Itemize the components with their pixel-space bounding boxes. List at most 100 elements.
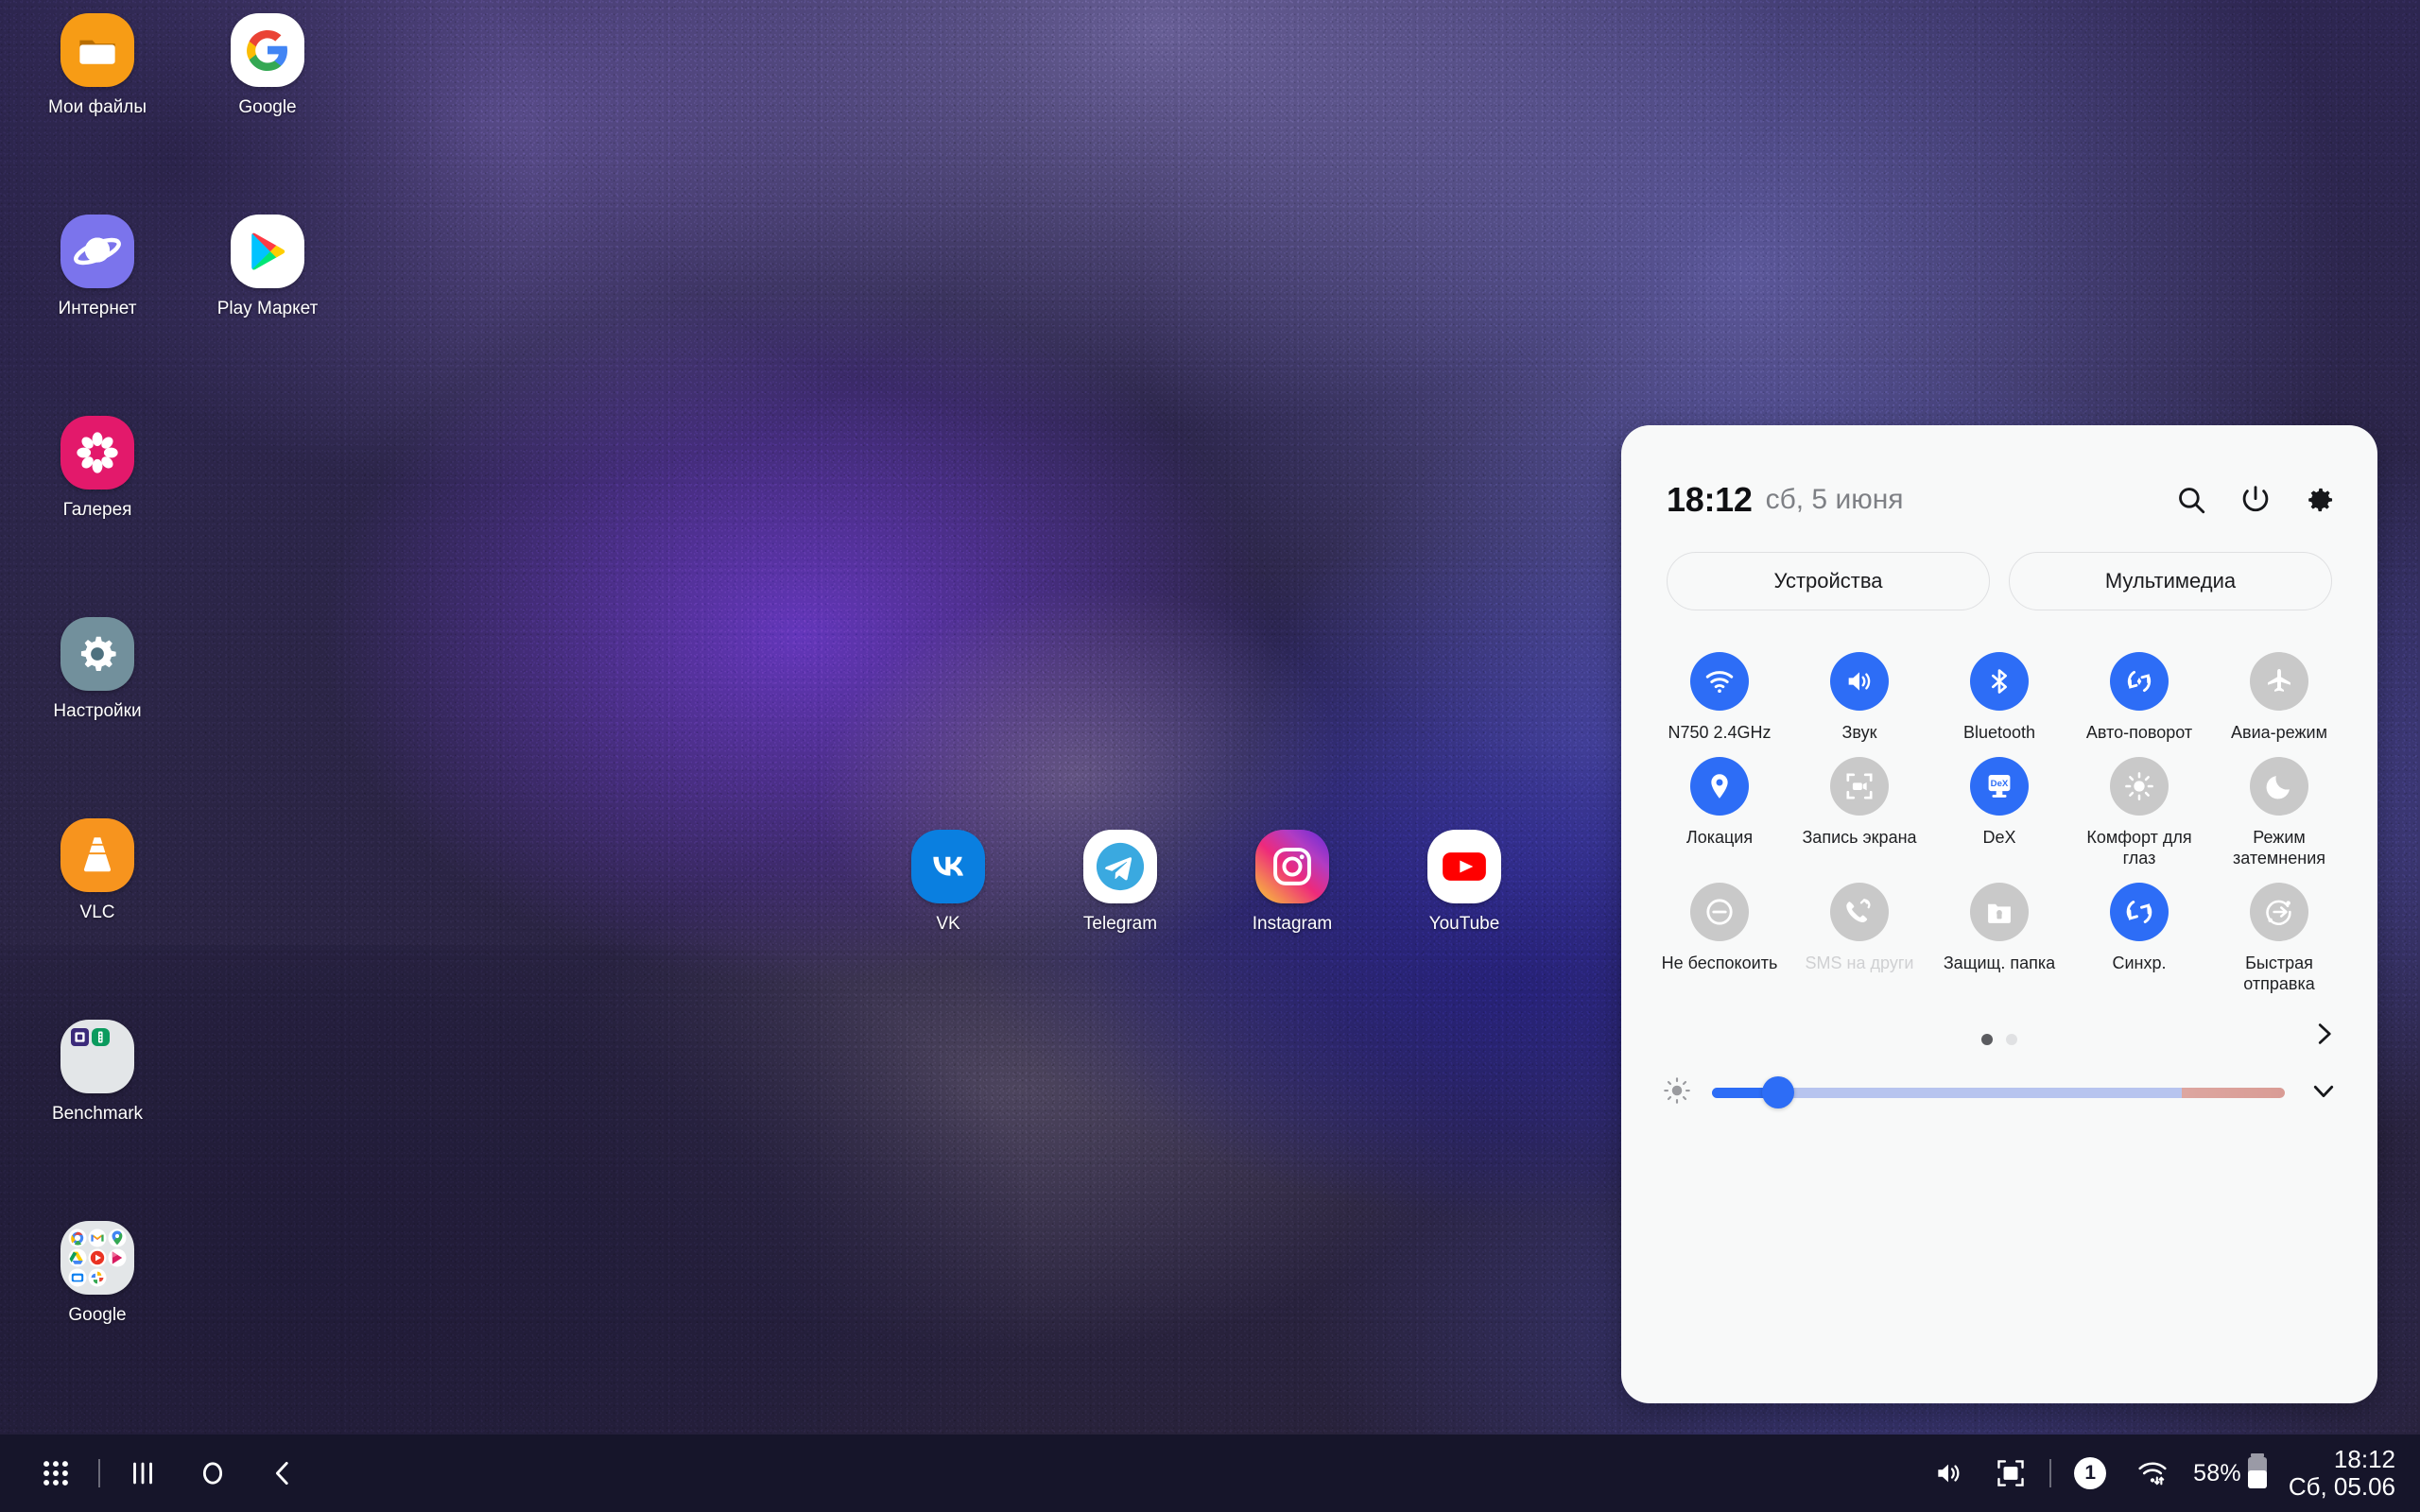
instagram-icon[interactable] <box>1255 830 1329 903</box>
quick-toggle-location-pin[interactable]: Локация <box>1650 744 1789 869</box>
quick-toggle-label: Не беспокоить <box>1661 953 1778 972</box>
media-button[interactable]: Мультимедиа <box>2009 552 2332 610</box>
wifi-transfer-icon[interactable] <box>2121 1442 2184 1504</box>
svg-text:DeX: DeX <box>1991 779 2009 789</box>
recents-icon[interactable] <box>108 1438 178 1508</box>
search-icon[interactable] <box>2175 484 2207 516</box>
secure-folder-icon[interactable] <box>1970 882 2029 941</box>
app-label: VLC <box>79 902 115 922</box>
taskbar-time: 18:12 <box>2333 1444 2395 1473</box>
app-label: Интернет <box>58 299 137 318</box>
location-pin-icon[interactable] <box>1690 756 1749 816</box>
volume-icon[interactable] <box>1917 1442 1979 1504</box>
call-sms-other-icon[interactable] <box>1830 882 1889 941</box>
app-label: Google <box>68 1305 127 1325</box>
quick-share-icon[interactable] <box>2250 882 2308 941</box>
app-icon-settings[interactable]: Настройки <box>17 617 178 722</box>
eye-comfort-icon[interactable] <box>2110 756 2169 816</box>
back-icon[interactable] <box>248 1438 318 1508</box>
quick-toggle-secure-folder[interactable]: Защищ. папка <box>1929 869 2069 995</box>
internet-icon[interactable] <box>60 215 134 288</box>
quick-toggle-label: Защищ. папка <box>1943 953 2056 972</box>
dock-icon-youtube[interactable]: YouTube <box>1384 830 1545 935</box>
taskbar-nav-group <box>0 1438 318 1508</box>
telegram-icon[interactable] <box>1083 830 1157 903</box>
quick-panel-pill-row: Устройства Мультимедиа <box>1621 520 2377 610</box>
google-g-icon[interactable] <box>231 13 304 87</box>
dex-icon[interactable]: DeX <box>1970 756 2029 816</box>
quick-toggle-wifi[interactable]: N750 2.4GHz <box>1650 639 1789 744</box>
gallery-icon[interactable] <box>60 416 134 490</box>
taskbar-clock[interactable]: 18:12 Сб, 05.06 <box>2289 1444 2395 1501</box>
dock-icon-telegram[interactable]: Telegram <box>1040 830 1201 935</box>
app-label: Play Маркет <box>216 299 319 318</box>
quick-toggle-label: Комфорт для глаз <box>2086 827 2192 868</box>
folder-icon[interactable] <box>60 13 134 87</box>
quick-toggle-airplane[interactable]: Авиа-режим <box>2209 639 2349 744</box>
app-icon-folder[interactable]: Мои файлы <box>17 13 178 118</box>
dark-mode-moon-icon[interactable] <box>2250 756 2308 816</box>
home-icon[interactable] <box>178 1438 248 1508</box>
quick-toggle-quick-share[interactable]: Быстрая отправка <box>2209 869 2349 995</box>
gear-icon[interactable] <box>2304 484 2336 516</box>
quick-toggle-call-sms-other[interactable]: SMS на други <box>1789 869 1929 995</box>
app-icon-vlc-cone[interactable]: VLC <box>17 818 178 923</box>
app-label: Telegram <box>1082 914 1158 934</box>
app-icon-play-store[interactable]: Play Маркет <box>187 215 348 319</box>
notification-badge[interactable]: 1 <box>2059 1442 2121 1504</box>
brightness-slider-row <box>1621 1056 2377 1109</box>
quick-toggle-dark-mode-moon[interactable]: Режим затемнения <box>2209 744 2349 869</box>
vlc-cone-icon[interactable] <box>60 818 134 892</box>
brightness-slider[interactable] <box>1712 1076 2285 1109</box>
page-dot[interactable] <box>1981 1033 1993 1045</box>
app-label: Мои файлы <box>47 97 147 117</box>
quick-toggle-eye-comfort[interactable]: Комфорт для глаз <box>2069 744 2209 869</box>
screenshot-icon[interactable] <box>1979 1442 2042 1504</box>
screen-record-icon[interactable] <box>1830 756 1889 816</box>
volume-icon[interactable] <box>1830 652 1889 711</box>
youtube-icon[interactable] <box>1427 830 1501 903</box>
app-icon-google-g[interactable]: Google <box>187 13 348 118</box>
quick-toggle-bluetooth[interactable]: Bluetooth <box>1929 639 2069 744</box>
folder-google[interactable] <box>60 1221 134 1295</box>
airplane-icon[interactable] <box>2250 652 2308 711</box>
quick-toggle-label: Bluetooth <box>1962 723 2036 742</box>
dock-icon-instagram[interactable]: Instagram <box>1212 830 1373 935</box>
quick-toggle-screen-record[interactable]: Запись экрана <box>1789 744 1929 869</box>
quick-toggle-auto-rotate[interactable]: Авто-поворот <box>2069 639 2209 744</box>
brightness-knob[interactable] <box>1761 1076 1794 1109</box>
sync-icon[interactable] <box>2110 882 2169 941</box>
battery-icon <box>2247 1452 2268 1494</box>
quick-toggle-row: Локация Запись экрана DeX DeX Комфорт для гл… <box>1650 744 2349 869</box>
devices-button[interactable]: Устройства <box>1667 552 1990 610</box>
app-icon-internet[interactable]: Интернет <box>17 215 178 319</box>
battery-percent: 58% <box>2193 1459 2241 1486</box>
wifi-icon[interactable] <box>1690 652 1749 711</box>
apps-grid-icon[interactable] <box>21 1438 91 1508</box>
app-icon-folder-google[interactable]: Google <box>17 1221 178 1326</box>
auto-rotate-icon[interactable] <box>2110 652 2169 711</box>
chevron-down-icon[interactable] <box>2309 1076 2338 1109</box>
page-dot[interactable] <box>2006 1033 2017 1045</box>
do-not-disturb-icon[interactable] <box>1690 882 1749 941</box>
app-icon-gallery[interactable]: Галерея <box>17 416 178 521</box>
chevron-right-icon[interactable] <box>2309 1020 2338 1053</box>
power-icon[interactable] <box>2239 484 2272 516</box>
system-taskbar: 1 58% 18:12 Сб, 05.06 <box>0 1435 2420 1512</box>
quick-toggle-sync[interactable]: Синхр. <box>2069 869 2209 995</box>
play-store-icon[interactable] <box>231 215 304 288</box>
dock-icon-vk[interactable]: VK <box>868 830 1028 935</box>
quick-toggle-volume[interactable]: Звук <box>1789 639 1929 744</box>
quick-toggle-dex[interactable]: DeX DeX <box>1929 744 2069 869</box>
bluetooth-icon[interactable] <box>1970 652 2029 711</box>
settings-icon[interactable] <box>60 617 134 691</box>
app-icon-folder-benchmark[interactable]: Benchmark <box>17 1020 178 1125</box>
quick-panel-pager <box>1621 995 2377 1056</box>
folder-benchmark[interactable] <box>60 1020 134 1093</box>
app-label: Настройки <box>53 701 142 721</box>
quick-toggle-label: Авиа-режим <box>2231 723 2327 742</box>
vk-icon[interactable] <box>911 830 985 903</box>
quick-toggle-label: SMS на други <box>1805 953 1914 972</box>
app-label: Google <box>238 97 297 117</box>
quick-toggle-do-not-disturb[interactable]: Не беспокоить <box>1650 869 1789 995</box>
